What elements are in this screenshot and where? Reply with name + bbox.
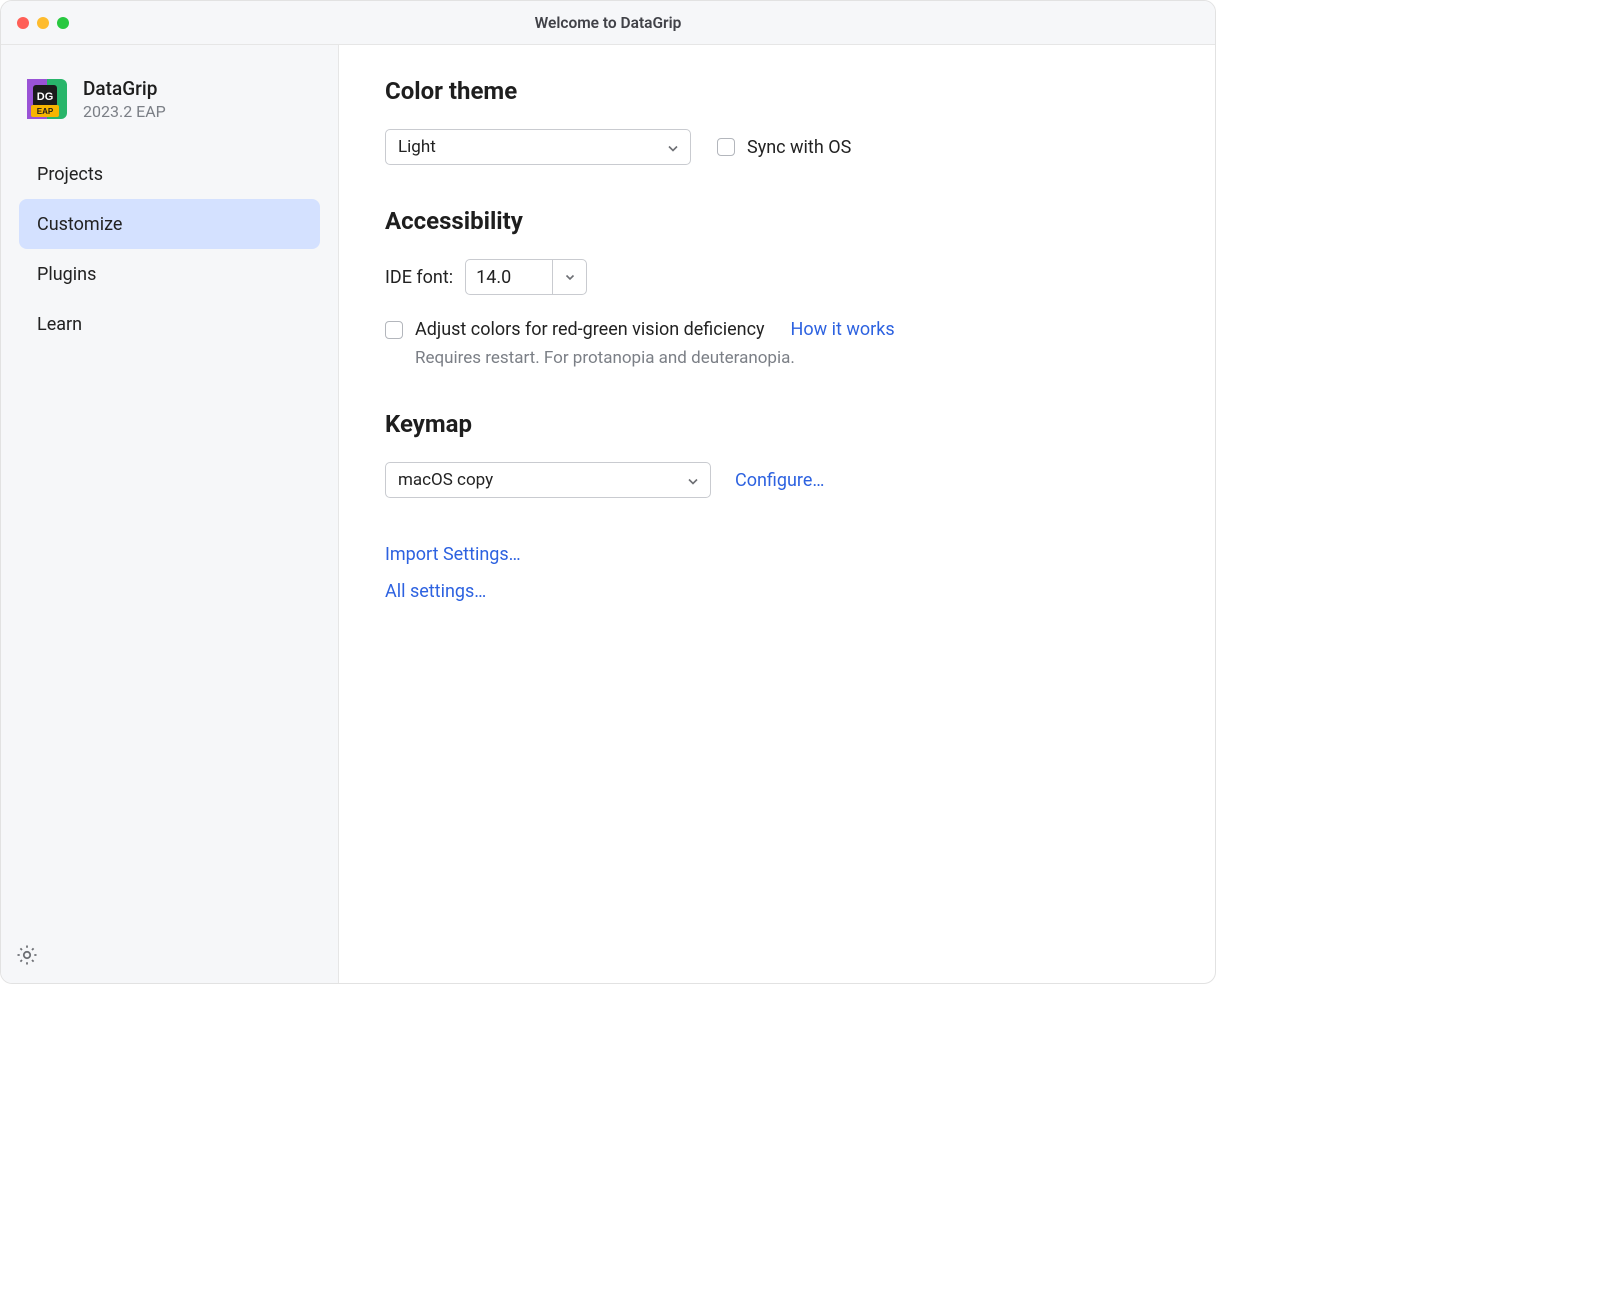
welcome-window: Welcome to DataGrip DG EAP DataGrip	[0, 0, 1216, 984]
brand-block: DG EAP DataGrip 2023.2 EAP	[1, 45, 338, 149]
sidebar: DG EAP DataGrip 2023.2 EAP Projects Cust…	[1, 45, 339, 983]
titlebar: Welcome to DataGrip	[1, 1, 1215, 45]
brand-version: 2023.2 EAP	[83, 102, 166, 121]
sidebar-item-plugins[interactable]: Plugins	[19, 249, 320, 299]
keymap-row: macOS copy Configure…	[385, 462, 1169, 498]
window-maximize-button[interactable]	[57, 17, 69, 29]
ide-font-value[interactable]: 14.0	[466, 260, 552, 294]
theme-select[interactable]: Light	[385, 129, 691, 165]
section-heading-color-theme: Color theme	[385, 77, 1169, 105]
bottom-links: Import Settings… All settings…	[385, 544, 1169, 602]
window-title: Welcome to DataGrip	[1, 14, 1215, 32]
how-it-works-link[interactable]: How it works	[791, 319, 895, 340]
section-heading-keymap: Keymap	[385, 410, 1169, 438]
color-deficiency-hint: Requires restart. For protanopia and deu…	[415, 348, 1169, 368]
traffic-lights	[1, 17, 69, 29]
window-minimize-button[interactable]	[37, 17, 49, 29]
brand-badge-text: DG	[37, 91, 54, 103]
ide-font-step-button[interactable]	[552, 260, 586, 294]
all-settings-link[interactable]: All settings…	[385, 581, 1169, 602]
ide-font-label: IDE font:	[385, 267, 453, 288]
checkbox-box	[385, 321, 403, 339]
window-close-button[interactable]	[17, 17, 29, 29]
keymap-select[interactable]: macOS copy	[385, 462, 711, 498]
chevron-down-icon	[686, 473, 700, 487]
sync-os-label: Sync with OS	[747, 137, 851, 158]
color-deficiency-row: Adjust colors for red-green vision defic…	[385, 319, 1169, 340]
sidebar-item-projects[interactable]: Projects	[19, 149, 320, 199]
settings-gear-icon[interactable]	[15, 943, 39, 967]
brand-badge-sub: EAP	[37, 107, 54, 116]
brand-name: DataGrip	[83, 77, 166, 100]
sidebar-item-label: Customize	[37, 214, 122, 235]
import-settings-link[interactable]: Import Settings…	[385, 544, 1169, 565]
sidebar-item-label: Projects	[37, 164, 103, 185]
sync-os-checkbox[interactable]: Sync with OS	[717, 137, 851, 158]
sidebar-nav: Projects Customize Plugins Learn	[1, 149, 338, 349]
configure-keymap-link[interactable]: Configure…	[735, 470, 824, 491]
sidebar-item-label: Learn	[37, 314, 82, 335]
sidebar-item-learn[interactable]: Learn	[19, 299, 320, 349]
section-heading-accessibility: Accessibility	[385, 207, 1169, 235]
checkbox-box	[717, 138, 735, 156]
keymap-select-value: macOS copy	[398, 470, 493, 490]
sidebar-item-label: Plugins	[37, 264, 96, 285]
color-theme-row: Light Sync with OS	[385, 129, 1169, 165]
ide-font-spinner[interactable]: 14.0	[465, 259, 587, 295]
datagrip-app-icon: DG EAP	[25, 77, 69, 121]
ide-font-row: IDE font: 14.0	[385, 259, 1169, 295]
color-deficiency-checkbox[interactable]: Adjust colors for red-green vision defic…	[385, 319, 765, 340]
brand-text: DataGrip 2023.2 EAP	[83, 77, 166, 121]
chevron-down-icon	[666, 140, 680, 154]
sidebar-footer	[1, 927, 338, 983]
sidebar-item-customize[interactable]: Customize	[19, 199, 320, 249]
window-body: DG EAP DataGrip 2023.2 EAP Projects Cust…	[1, 45, 1215, 983]
main-pane: Color theme Light Sync with OS Accessibi…	[339, 45, 1215, 983]
color-deficiency-label: Adjust colors for red-green vision defic…	[415, 319, 765, 340]
theme-select-value: Light	[398, 137, 436, 157]
